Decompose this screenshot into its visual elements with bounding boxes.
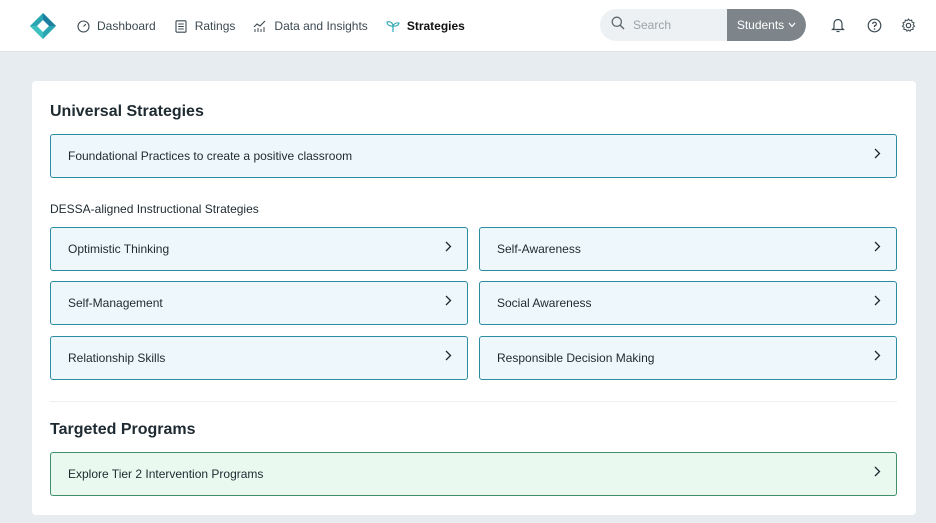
search-icon xyxy=(611,16,625,35)
nav-item-ratings[interactable]: Ratings xyxy=(174,19,236,33)
document-icon xyxy=(174,19,188,33)
tile-label: Optimistic Thinking xyxy=(68,242,170,256)
gear-icon[interactable] xyxy=(899,16,917,34)
tile-label: Relationship Skills xyxy=(68,351,166,365)
tile-label: Self-Awareness xyxy=(497,242,581,256)
strategy-tile-relationship-skills[interactable]: Relationship Skills xyxy=(50,336,468,380)
search-bar: Students xyxy=(600,9,806,41)
tier2-programs-tile[interactable]: Explore Tier 2 Intervention Programs xyxy=(50,452,897,496)
chevron-right-icon xyxy=(443,349,453,361)
search-field[interactable] xyxy=(600,9,727,41)
tile-label: Explore Tier 2 Intervention Programs xyxy=(68,467,264,481)
strategy-tile-self-awareness[interactable]: Self-Awareness xyxy=(479,227,897,271)
strategy-tile-self-management[interactable]: Self-Management xyxy=(50,281,468,325)
sprout-icon xyxy=(386,19,400,33)
bell-icon[interactable] xyxy=(829,16,847,34)
chart-icon xyxy=(253,19,267,33)
tile-label: Social Awareness xyxy=(497,296,592,310)
gauge-icon xyxy=(76,19,90,33)
chevron-right-icon xyxy=(872,240,882,252)
nav-item-label: Data and Insights xyxy=(274,19,368,33)
nav-item-strategies[interactable]: Strategies xyxy=(386,19,465,33)
nav-item-data-and-insights[interactable]: Data and Insights xyxy=(253,19,368,33)
dessa-aligned-label: DESSA-aligned Instructional Strategies xyxy=(50,202,259,216)
nav-item-label: Ratings xyxy=(194,19,236,33)
chevron-right-icon xyxy=(872,349,882,361)
help-icon[interactable] xyxy=(865,16,883,34)
chevron-right-icon xyxy=(872,465,882,477)
nav-item-label: Dashboard xyxy=(97,19,156,33)
strategies-card: Universal Strategies Foundational Practi… xyxy=(32,81,916,515)
chevron-down-icon xyxy=(788,20,796,30)
tile-label: Foundational Practices to create a posit… xyxy=(68,149,353,163)
chevron-right-icon xyxy=(872,294,882,306)
logo-icon[interactable] xyxy=(30,13,56,39)
chevron-right-icon xyxy=(443,294,453,306)
main-nav: Dashboard Ratings Data and Insights Stra… xyxy=(76,0,483,52)
search-scope-label: Students xyxy=(736,18,785,32)
nav-item-dashboard[interactable]: Dashboard xyxy=(76,19,156,33)
search-scope-dropdown[interactable]: Students xyxy=(727,9,806,41)
tile-label: Self-Management xyxy=(68,296,163,310)
universal-strategies-heading: Universal Strategies xyxy=(50,103,204,120)
search-input[interactable] xyxy=(633,18,713,32)
strategy-tile-responsible-decision-making[interactable]: Responsible Decision Making xyxy=(479,336,897,380)
strategy-tile-optimistic-thinking[interactable]: Optimistic Thinking xyxy=(50,227,468,271)
tile-label: Responsible Decision Making xyxy=(497,351,655,365)
nav-item-label: Strategies xyxy=(406,19,465,33)
chevron-right-icon xyxy=(872,147,882,159)
targeted-programs-heading: Targeted Programs xyxy=(50,421,196,438)
section-divider xyxy=(50,401,897,402)
chevron-right-icon xyxy=(443,240,453,252)
foundational-practices-tile[interactable]: Foundational Practices to create a posit… xyxy=(50,134,897,178)
top-navigation-bar: Dashboard Ratings Data and Insights Stra… xyxy=(0,0,936,52)
strategy-tile-social-awareness[interactable]: Social Awareness xyxy=(479,281,897,325)
